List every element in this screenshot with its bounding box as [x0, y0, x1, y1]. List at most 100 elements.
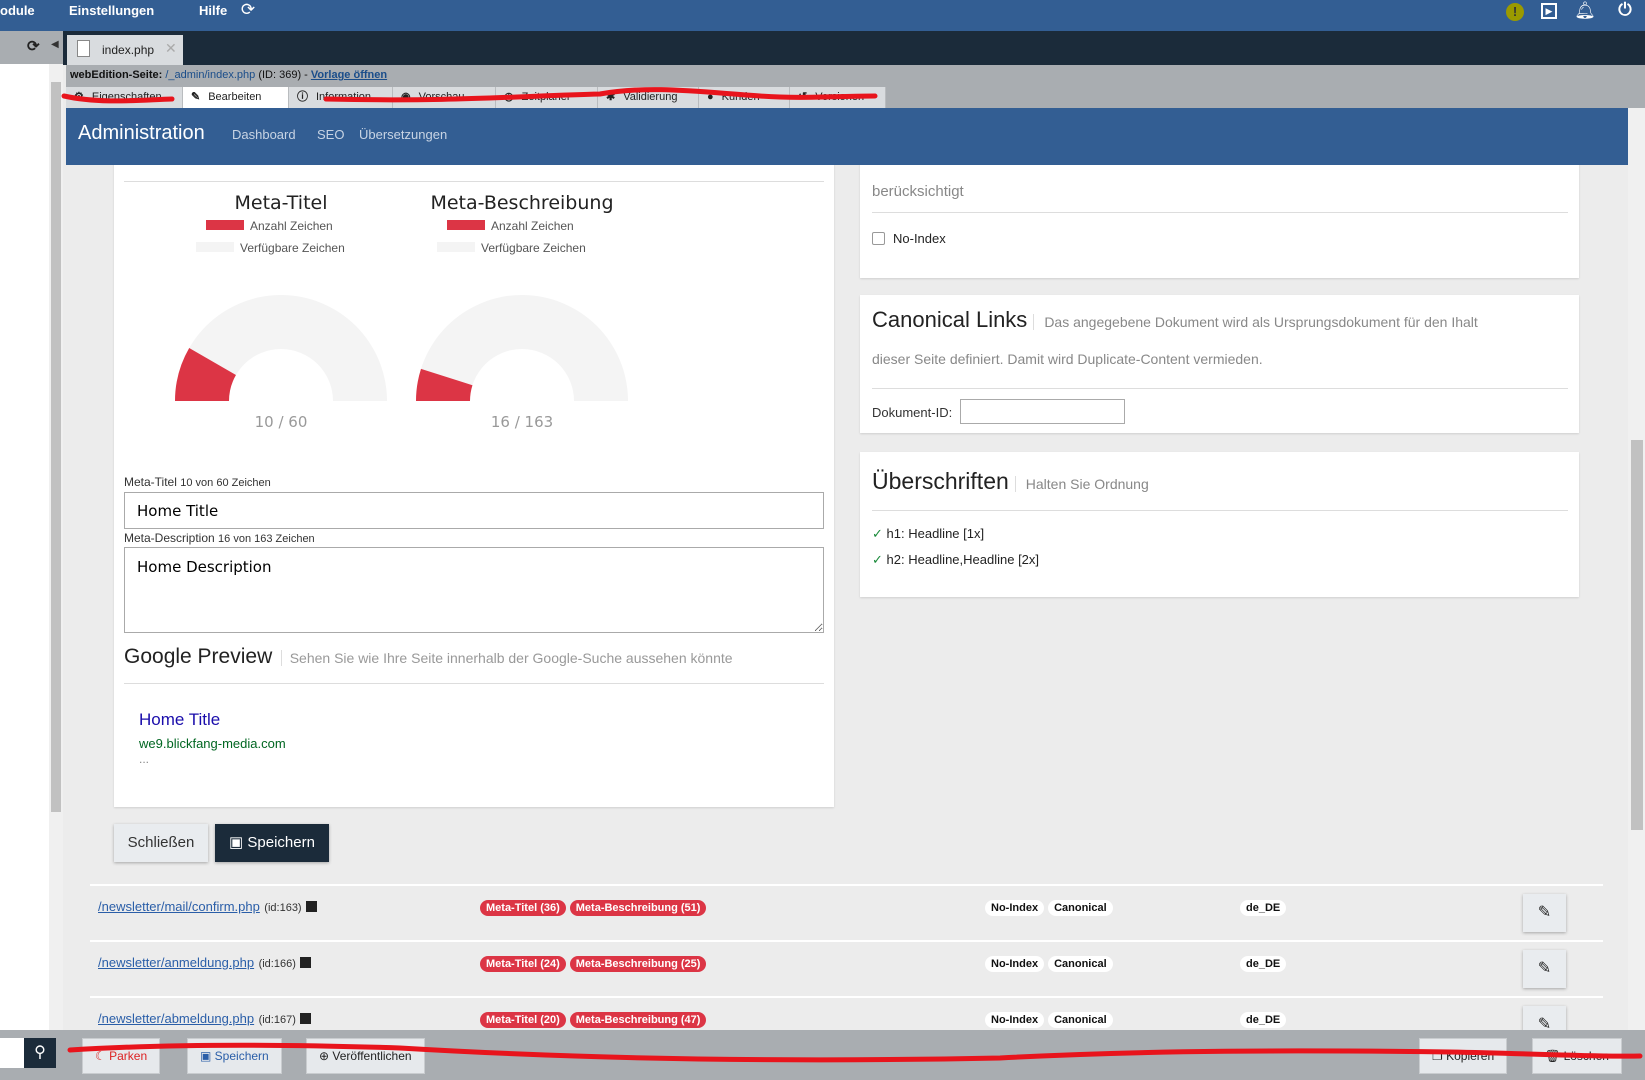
- nav-translations[interactable]: Übersetzungen: [359, 127, 447, 142]
- legend-swatch: [437, 242, 475, 252]
- noindex-checkbox[interactable]: No-Index: [872, 231, 946, 246]
- meta-description-textarea[interactable]: Home Description: [124, 547, 824, 633]
- open-external-icon[interactable]: [306, 901, 318, 912]
- bell-icon[interactable]: 🔔︎: [1573, 1, 1597, 21]
- legend-swatch: [447, 220, 485, 230]
- document-id-input[interactable]: [960, 399, 1125, 424]
- edit-icon: ✎: [191, 91, 201, 103]
- collapse-arrow-icon[interactable]: ◀: [51, 39, 59, 50]
- document-id-label: Dokument-ID:: [872, 405, 953, 420]
- tab-versions[interactable]: ↺ Versionen: [790, 87, 886, 108]
- meta-title-badge: Meta-Titel (36): [480, 900, 566, 916]
- document-link[interactable]: /newsletter/anmeldung.php: [98, 955, 254, 970]
- search-input[interactable]: [0, 1038, 24, 1068]
- edit-button[interactable]: ✎: [1523, 950, 1566, 988]
- meta-title-badge: Meta-Titel (20): [480, 1012, 566, 1028]
- legend-swatch: [196, 242, 234, 252]
- menu-module[interactable]: odule: [0, 0, 35, 31]
- bottom-save-button[interactable]: ▣ Speichern: [187, 1038, 282, 1074]
- check-icon: ✓: [872, 552, 883, 567]
- copy-button[interactable]: ❐ Kopieren: [1419, 1038, 1508, 1074]
- sidebar-refresh-icon[interactable]: ⟳: [27, 37, 40, 55]
- google-preview-title: Home Title: [139, 710, 221, 729]
- tab-preview[interactable]: ◉ Vorschau: [393, 87, 496, 108]
- meta-title-input[interactable]: [124, 492, 824, 529]
- meta-description-badge: Meta-Beschreibung (51): [569, 900, 707, 916]
- google-preview-description: ...: [139, 752, 150, 766]
- language-badge: de_DE: [1240, 956, 1287, 972]
- document-id: (id:167): [258, 1014, 296, 1026]
- document-path-link[interactable]: /_admin/index.php: [165, 69, 255, 81]
- check-icon: ✓: [872, 526, 883, 541]
- delete-button[interactable]: 🗑︎ Löschen: [1532, 1038, 1622, 1074]
- file-icon: [77, 40, 90, 57]
- index-card: berücksichtigt No-Index: [860, 165, 1579, 278]
- tab-information[interactable]: ⓘ Information: [289, 87, 393, 108]
- google-preview-header: Google Preview Sehen Sie wie Ihre Seite …: [124, 645, 733, 668]
- admin-title[interactable]: Administration: [78, 122, 205, 145]
- editor-tabs: ⚙ Eigenschaften ✎ Bearbeiten ⓘ Information …: [66, 87, 1645, 108]
- open-external-icon[interactable]: [300, 1013, 312, 1024]
- users-icon: ●: [707, 91, 714, 103]
- refresh-icon[interactable]: ⟳: [236, 0, 260, 20]
- main-menu-bar: odule Einstellungen Hilfe ⟳ ! ▶ 🔔︎ ⏻: [0, 0, 1645, 31]
- gauge-chart: [175, 295, 387, 401]
- document-link[interactable]: /newsletter/abmeldung.php: [98, 1011, 254, 1026]
- floppy-icon: ▣: [229, 834, 248, 851]
- table-row: /newsletter/mail/confirm.php (id:163) Me…: [90, 884, 1603, 938]
- open-external-icon[interactable]: [300, 957, 312, 968]
- gauge-title: Meta-Titel: [234, 192, 328, 214]
- nav-dashboard[interactable]: Dashboard: [232, 127, 296, 142]
- search-icon[interactable]: ⚲: [24, 1038, 56, 1068]
- tab-scheduler[interactable]: ◷ Zeitplaner: [496, 87, 598, 108]
- globe-icon: ⊕: [319, 1049, 333, 1063]
- legend-free: Verfügbare Zeichen: [437, 241, 586, 255]
- document-id: (id:163): [264, 902, 302, 914]
- seo-content: Meta-Titel Anzahl Zeichen Verfügbare Zei…: [66, 165, 1628, 1030]
- admin-navbar: Administration Dashboard SEO Übersetzung…: [66, 108, 1628, 165]
- document-tabbar: [0, 31, 1645, 65]
- table-row: /newsletter/anmeldung.php (id:166) Meta-…: [90, 940, 1603, 994]
- noindex-badge: No-Index: [985, 1012, 1045, 1028]
- close-button[interactable]: Schließen: [114, 824, 208, 862]
- document-tab-index[interactable]: index.php ✕: [67, 35, 183, 65]
- edit-button[interactable]: ✎: [1523, 1006, 1566, 1030]
- park-button[interactable]: ☾ Parken: [82, 1038, 161, 1074]
- document-link[interactable]: /newsletter/mail/confirm.php: [98, 899, 260, 914]
- noindex-badge: No-Index: [985, 900, 1045, 916]
- info-prefix: webEdition-Seite:: [70, 69, 163, 81]
- eye-icon: ◉: [401, 91, 411, 103]
- close-tab-icon[interactable]: ✕: [165, 40, 177, 57]
- meta-description-label: Meta-Description 16 von 163 Zeichen: [124, 531, 315, 545]
- meta-card: Meta-Titel Anzahl Zeichen Verfügbare Zei…: [114, 165, 834, 807]
- google-preview-url: we9.blickfang-media.com: [139, 736, 286, 751]
- legend-swatch: [206, 220, 244, 230]
- sidebar-scroll-thumb[interactable]: [51, 82, 61, 812]
- legend-used: Anzahl Zeichen: [447, 219, 574, 233]
- bug-icon: ✱: [606, 91, 616, 103]
- gauge-title: Meta-Beschreibung: [430, 192, 614, 214]
- headings-card: Überschriften Halten Sie Ordnung ✓ h1: He…: [860, 452, 1579, 597]
- edit-icon: ✎: [1537, 1016, 1552, 1030]
- info-icon: ⓘ: [297, 91, 308, 103]
- gauge-value-label: 16 / 163: [490, 413, 554, 431]
- tab-validation[interactable]: ✱ Validierung: [598, 87, 699, 108]
- menu-settings[interactable]: Einstellungen: [69, 0, 154, 31]
- menu-help[interactable]: Hilfe: [199, 0, 227, 31]
- content-scroll-thumb[interactable]: [1631, 440, 1643, 830]
- publish-button[interactable]: ⊕ Veröffentlichen: [306, 1038, 425, 1074]
- tab-customers[interactable]: ● Kunden: [699, 87, 790, 108]
- power-icon[interactable]: ⏻: [1613, 0, 1637, 20]
- open-template-link[interactable]: Vorlage öffnen: [311, 69, 387, 81]
- tab-properties[interactable]: ⚙ Eigenschaften: [66, 87, 183, 108]
- canonical-badge: Canonical: [1048, 956, 1113, 972]
- edit-button[interactable]: ✎: [1523, 894, 1566, 932]
- warning-icon[interactable]: !: [1506, 3, 1524, 21]
- tab-edit[interactable]: ✎ Bearbeiten: [183, 87, 289, 108]
- save-button[interactable]: ▣ Speichern: [215, 824, 329, 862]
- preview-icon[interactable]: ▶: [1541, 3, 1557, 19]
- legend-used: Anzahl Zeichen: [206, 219, 333, 233]
- canonical-badge: Canonical: [1048, 900, 1113, 916]
- clock-icon: ◷: [504, 91, 514, 103]
- nav-seo[interactable]: SEO: [317, 127, 344, 142]
